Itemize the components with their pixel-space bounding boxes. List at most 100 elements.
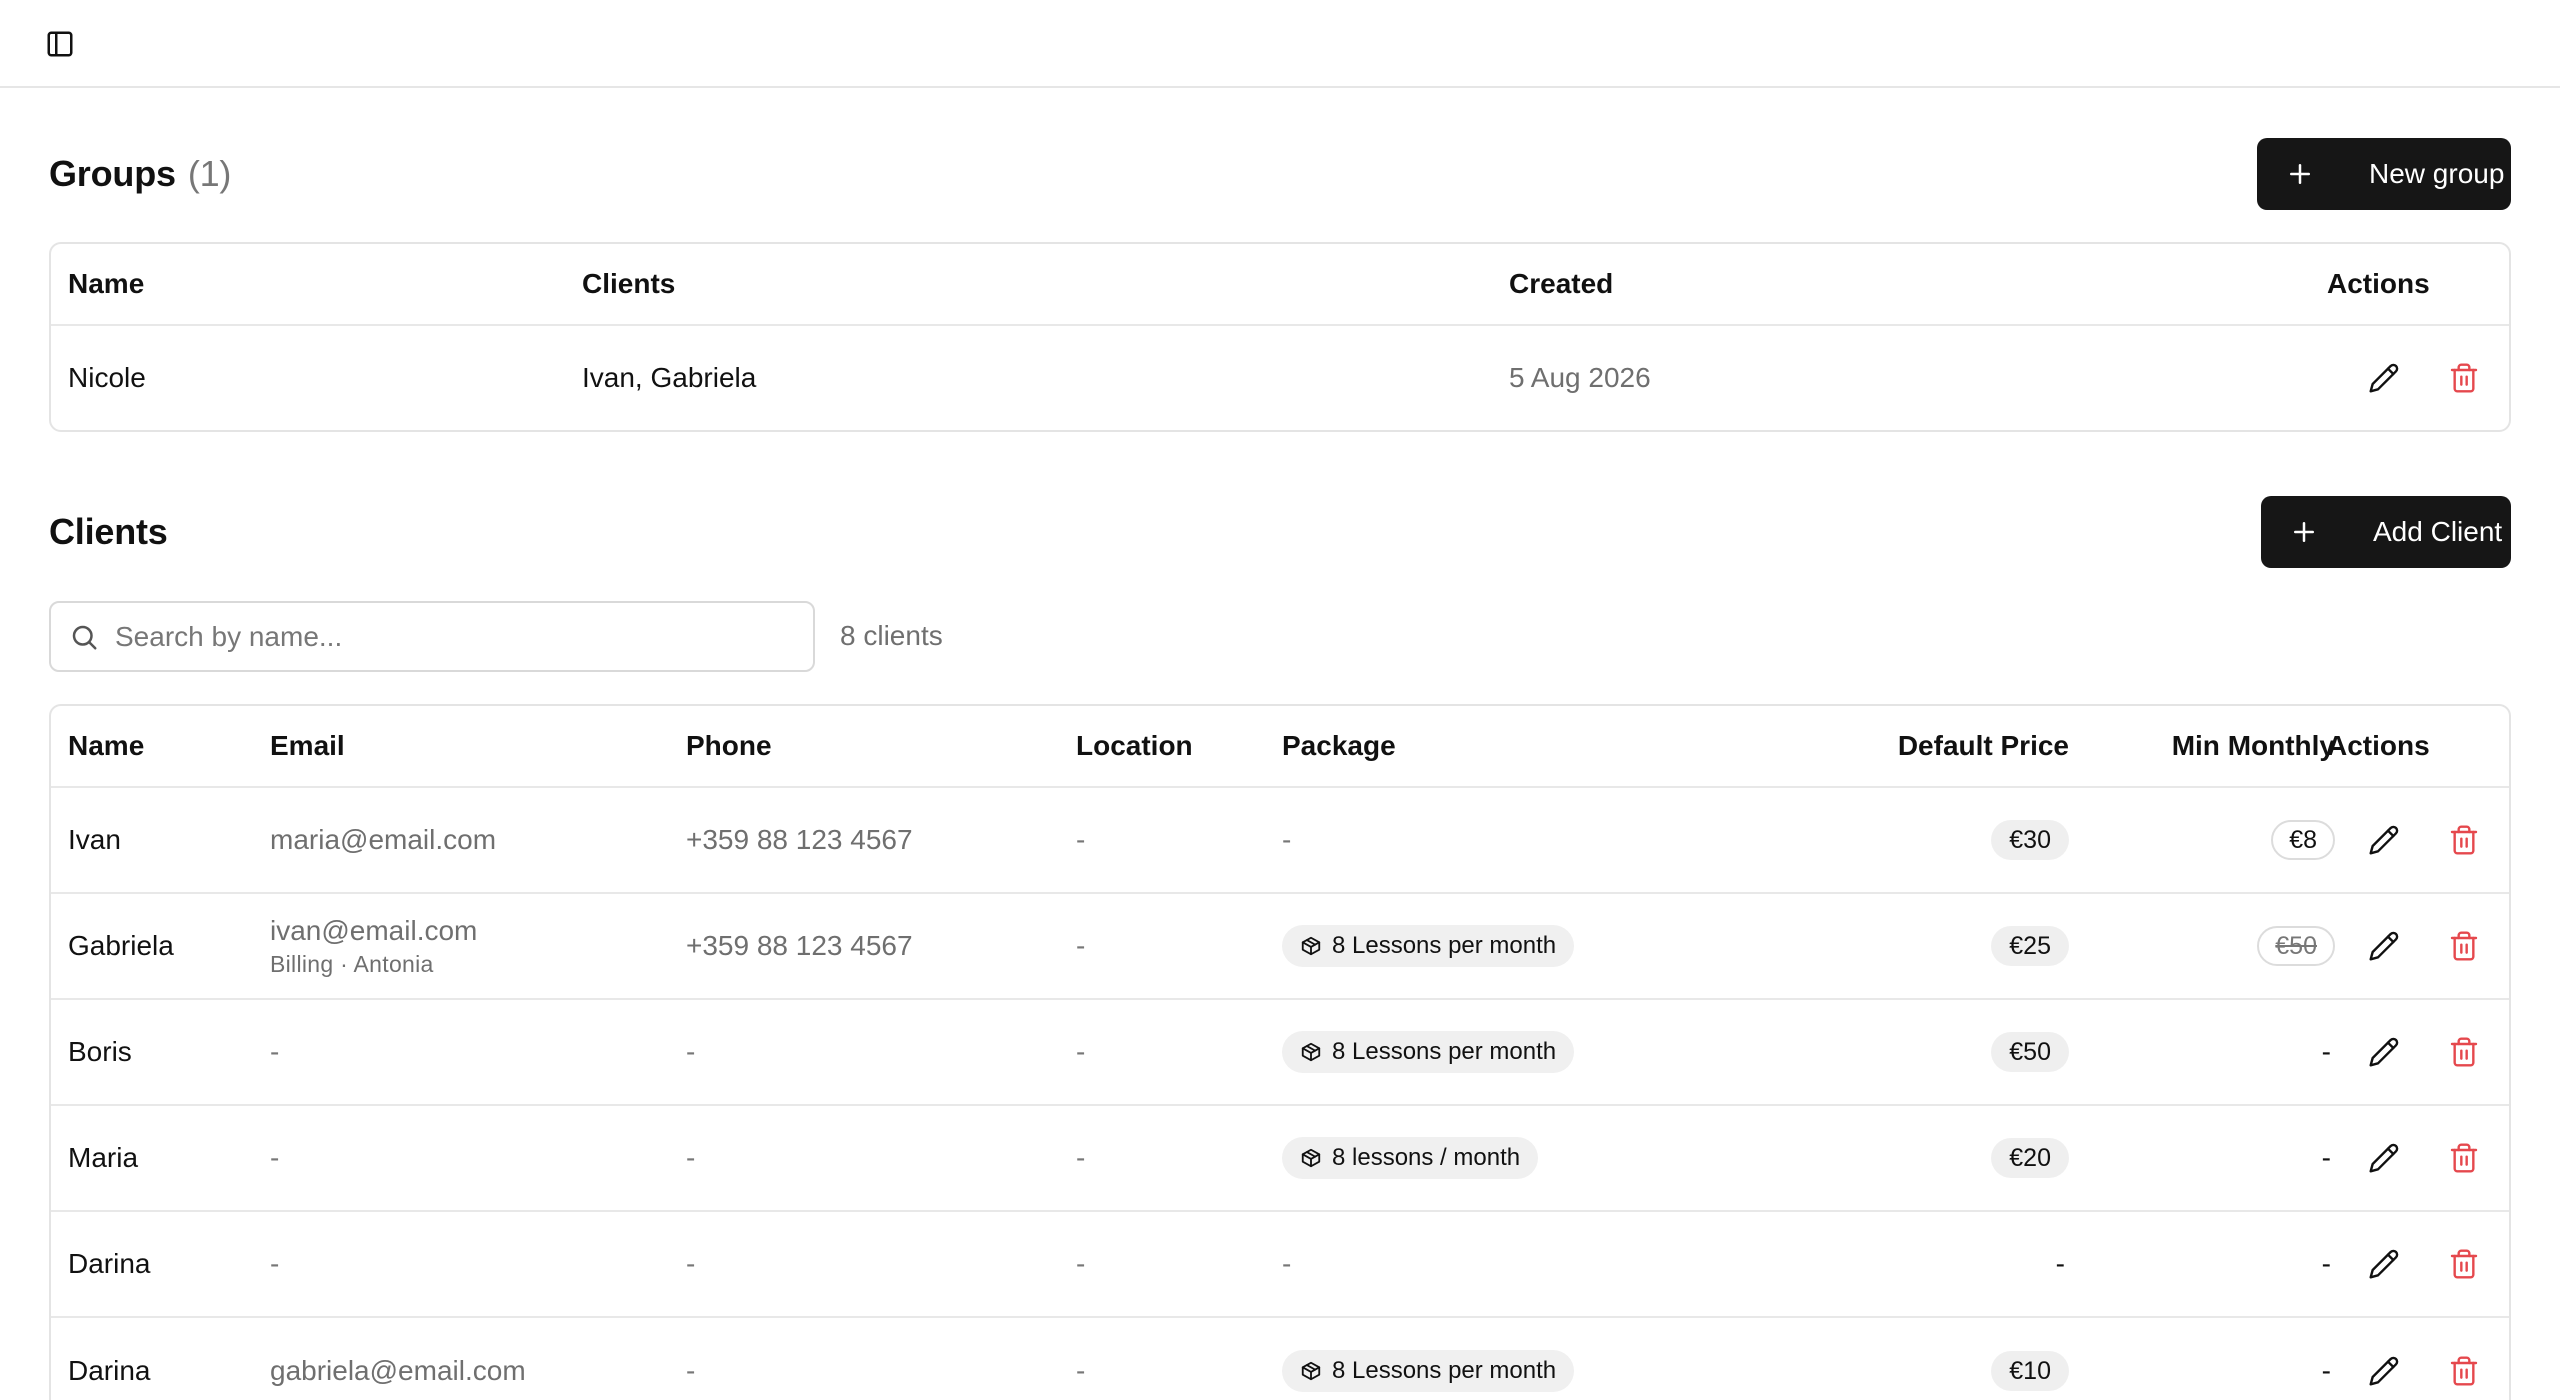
client-package-cell: 8 Lessons per month (1282, 1318, 1575, 1400)
col-location: Location (1076, 730, 1193, 761)
groups-title: Groups (1) (49, 153, 232, 194)
col-min-monthly: Min Monthly (2171, 730, 2335, 761)
client-package-cell: - (1282, 1212, 1291, 1316)
client-location: - (1076, 1036, 1086, 1067)
client-min-cell: - (2091, 1106, 2335, 1210)
edit-icon[interactable] (2364, 358, 2404, 398)
client-min-monthly: - (2321, 1142, 2331, 1173)
table-row: Maria - - - 8 lessons / month €20 - (51, 1106, 2509, 1212)
search-input[interactable] (115, 620, 775, 653)
client-location: - (1076, 1248, 1086, 1279)
edit-icon[interactable] (2364, 820, 2404, 860)
package-pill: 8 Lessons per month (1282, 1031, 1575, 1073)
table-row: Nicole Ivan, Gabriela 5 Aug 2026 (51, 326, 2509, 430)
table-row: Darina - - - - - - (51, 1212, 2509, 1318)
top-bar (0, 0, 2560, 88)
col-clients: Clients (582, 268, 676, 299)
trash-icon[interactable] (2444, 1138, 2484, 1178)
groups-count: (1) (187, 153, 232, 194)
client-min-monthly: €50 (2257, 926, 2335, 966)
package-pill: 8 lessons / month (1282, 1137, 1539, 1179)
client-location: - (1076, 1142, 1086, 1173)
edit-icon[interactable] (2364, 1351, 2404, 1391)
client-name: Ivan (68, 824, 121, 855)
client-min-cell: €50 (2091, 894, 2335, 998)
sidebar-toggle-icon[interactable] (42, 26, 78, 62)
clients-title: Clients (49, 511, 168, 552)
group-name: Nicole (68, 362, 146, 393)
client-package: 8 Lessons per month (1332, 932, 1557, 959)
add-client-button[interactable]: Add Client (2261, 496, 2511, 568)
client-package: 8 Lessons per month (1332, 1038, 1557, 1065)
groups-table: Name Clients Created Actions Nicole Ivan… (49, 242, 2511, 432)
groups-table-header: Name Clients Created Actions (51, 244, 2509, 326)
client-package-cell: 8 Lessons per month (1282, 894, 1575, 998)
client-min-cell: - (2091, 1212, 2335, 1316)
trash-icon[interactable] (2444, 1032, 2484, 1072)
client-price-cell: €50 (1751, 1000, 2069, 1104)
client-phone: +359 88 123 4567 (686, 824, 913, 855)
client-price-cell: €20 (1751, 1106, 2069, 1210)
client-default-price: €25 (1991, 926, 2069, 966)
client-default-price: €30 (1991, 820, 2069, 860)
client-phone: +359 88 123 4567 (686, 930, 913, 961)
client-price-cell: €30 (1751, 788, 2069, 892)
table-row: Darina gabriela@email.com - - 8 Lessons per … (51, 1318, 2509, 1400)
client-name: Gabriela (68, 930, 174, 961)
client-email: gabriela@email.com (270, 1355, 526, 1386)
package-icon (1300, 1360, 1322, 1382)
client-rows: Ivan maria@email.com +359 88 123 4567 - - €30… (51, 788, 2509, 1400)
client-billing: Billing · Antonia (270, 950, 434, 977)
col-actions: Actions (2327, 268, 2430, 299)
group-clients: Ivan, Gabriela (582, 362, 757, 393)
client-min-monthly: - (2321, 1355, 2331, 1386)
client-price-cell: €10 (1751, 1318, 2069, 1400)
client-name: Boris (68, 1036, 132, 1067)
client-email-cell: - (270, 1106, 279, 1210)
trash-icon[interactable] (2444, 358, 2484, 398)
clients-table-header: Name Email Phone Location Package Defaul… (51, 706, 2509, 788)
col-actions: Actions (2327, 730, 2430, 761)
client-min-cell: - (2091, 1318, 2335, 1400)
client-price-cell: €25 (1751, 894, 2069, 998)
trash-icon[interactable] (2444, 1351, 2484, 1391)
col-name: Name (68, 268, 145, 299)
col-name: Name (68, 730, 145, 761)
client-min-monthly: €8 (2271, 820, 2335, 860)
client-package: 8 lessons / month (1332, 1144, 1521, 1171)
col-email: Email (270, 730, 345, 761)
edit-icon[interactable] (2364, 926, 2404, 966)
trash-icon[interactable] (2444, 1244, 2484, 1284)
group-created: 5 Aug 2026 (1509, 362, 1651, 393)
package-icon (1300, 935, 1322, 957)
col-created: Created (1509, 268, 1614, 299)
package-pill: 8 Lessons per month (1282, 925, 1575, 967)
client-location: - (1076, 930, 1086, 961)
client-email: - (270, 1248, 280, 1279)
edit-icon[interactable] (2364, 1032, 2404, 1072)
package-icon (1300, 1147, 1322, 1169)
plus-icon (2287, 515, 2321, 549)
clients-header: Clients Add Client (49, 496, 2511, 568)
client-package: - (1282, 824, 1292, 855)
package-pill: 8 Lessons per month (1282, 1350, 1575, 1392)
plus-icon (2283, 157, 2317, 191)
trash-icon[interactable] (2444, 926, 2484, 966)
client-phone: - (686, 1142, 696, 1173)
edit-icon[interactable] (2364, 1138, 2404, 1178)
table-row: Gabriela ivan@email.com Billing · Antonia +… (51, 894, 2509, 1000)
edit-icon[interactable] (2364, 1244, 2404, 1284)
client-min-cell: €8 (2091, 788, 2335, 892)
client-default-price: - (2055, 1248, 2065, 1279)
client-min-monthly: - (2321, 1248, 2331, 1279)
client-email-cell: maria@email.com (270, 788, 496, 892)
new-group-label: New group (2369, 158, 2505, 189)
new-group-button[interactable]: New group (2257, 138, 2511, 210)
client-default-price: €50 (1991, 1032, 2069, 1072)
client-email-cell: gabriela@email.com (270, 1318, 526, 1400)
trash-icon[interactable] (2444, 820, 2484, 860)
client-package: 8 Lessons per month (1332, 1357, 1557, 1384)
col-package: Package (1282, 730, 1396, 761)
client-email: - (270, 1036, 280, 1067)
client-package-cell: 8 Lessons per month (1282, 1000, 1575, 1104)
